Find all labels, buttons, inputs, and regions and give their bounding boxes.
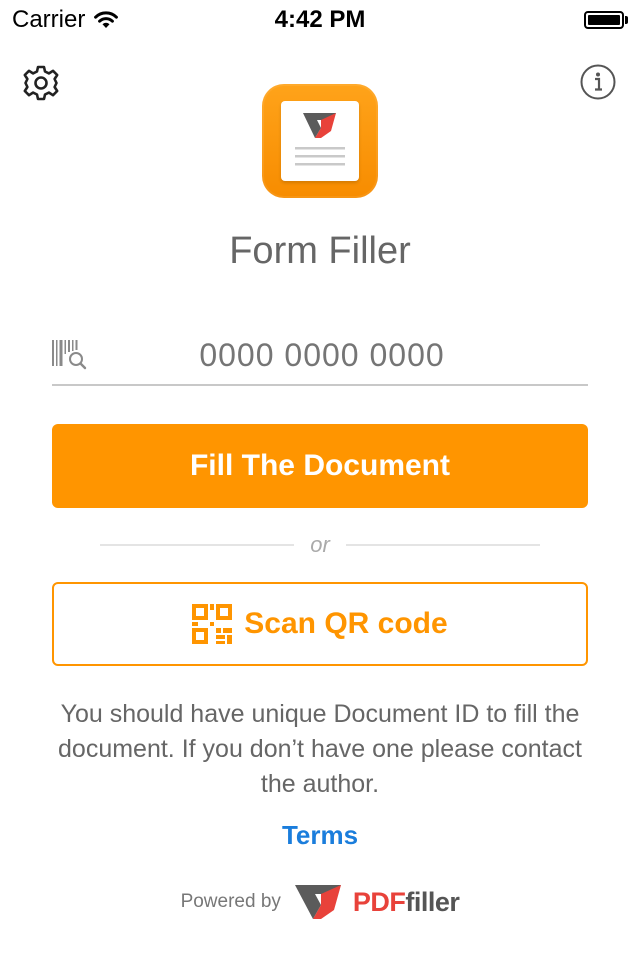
settings-button[interactable] xyxy=(22,64,60,102)
info-icon xyxy=(580,64,616,100)
helper-text: You should have unique Document ID to fi… xyxy=(58,700,582,798)
app-icon xyxy=(262,84,378,198)
barcode-search-icon[interactable] xyxy=(52,340,88,370)
divider-line-left xyxy=(100,544,295,546)
app-title: Form Filler xyxy=(229,230,411,272)
battery-body xyxy=(584,11,624,29)
document-id-input[interactable] xyxy=(102,332,542,378)
terms-link[interactable]: Terms xyxy=(0,820,640,851)
status-time: 4:42 PM xyxy=(274,6,366,33)
powered-by-label: Powered by xyxy=(180,891,281,912)
battery-tip xyxy=(625,16,628,24)
pdffiller-mark-icon xyxy=(295,113,345,166)
divider-line-right xyxy=(345,544,540,546)
battery-icon xyxy=(584,10,628,30)
fill-document-button[interactable]: Fill The Document xyxy=(52,424,588,508)
info-button[interactable] xyxy=(579,63,617,101)
document-id-field xyxy=(52,326,588,386)
brand-pdf-text: PDF xyxy=(352,886,406,917)
scan-qr-label: Scan QR code xyxy=(244,607,448,640)
gear-icon xyxy=(23,65,59,101)
scan-qr-button[interactable]: Scan QR code xyxy=(52,582,588,666)
fill-document-label: Fill The Document xyxy=(189,449,450,482)
app-icon-document xyxy=(281,101,359,181)
pdffiller-wordmark: PDFfiller xyxy=(353,887,460,918)
footer-branding: Powered by PDFfiller xyxy=(0,878,640,926)
brand-filler-text: filler xyxy=(405,886,460,917)
or-divider: or xyxy=(100,528,540,562)
divider-label: or xyxy=(310,532,330,557)
qr-code-icon xyxy=(192,604,233,644)
pdffiller-logo-icon xyxy=(294,885,341,919)
form-filler-screen: Carrier 4:42 PM Form Filler 0000 0000 00… xyxy=(0,0,640,960)
status-bar: Carrier 4:42 PM xyxy=(0,0,640,40)
battery-level xyxy=(588,15,620,25)
